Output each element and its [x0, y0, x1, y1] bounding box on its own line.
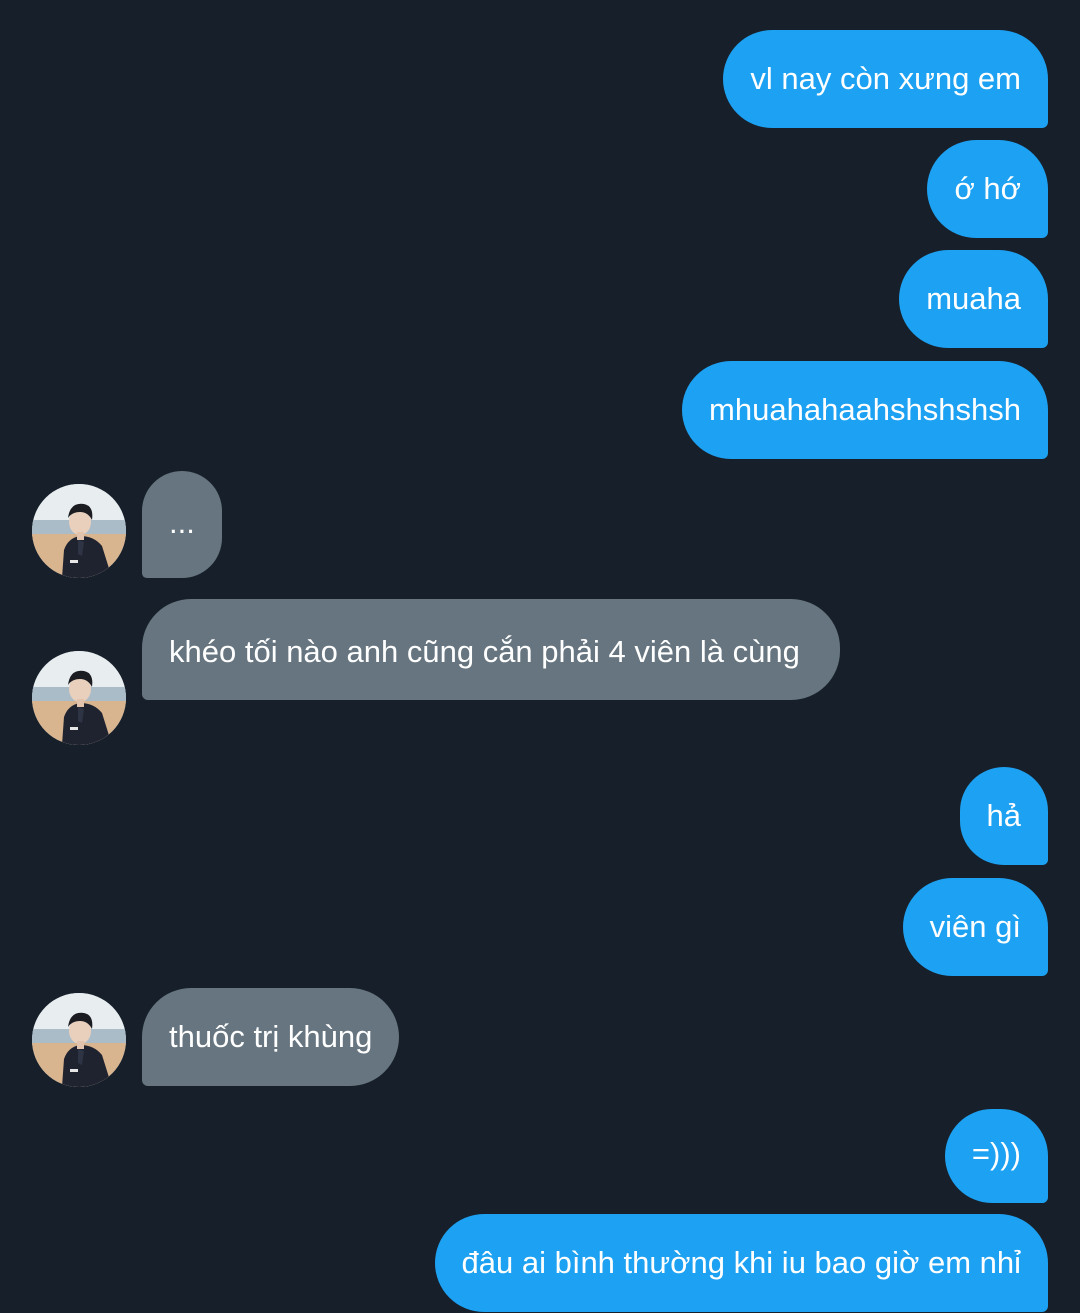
message-bubble-outgoing[interactable]: ớ hớ: [927, 140, 1048, 238]
message-thread: vl nay còn xưng em ớ hớ muaha mhuahahaah…: [0, 0, 1080, 1313]
message-bubble-incoming[interactable]: khéo tối nào anh cũng cắn phải 4 viên là…: [142, 599, 840, 700]
contact-avatar[interactable]: [32, 651, 126, 745]
message-bubble-incoming[interactable]: thuốc trị khùng: [142, 988, 400, 1086]
contact-avatar[interactable]: [32, 993, 126, 1087]
avatar-photo-icon: [32, 484, 126, 578]
message-bubble-outgoing[interactable]: hả: [959, 767, 1048, 865]
message-bubble-outgoing[interactable]: đâu ai bình thường khi iu bao giờ em nhỉ: [434, 1214, 1048, 1312]
message-bubble-outgoing[interactable]: =))): [944, 1109, 1048, 1203]
message-bubble-outgoing[interactable]: mhuahahaahshshshsh: [682, 361, 1048, 459]
message-bubble-outgoing[interactable]: viên gì: [902, 878, 1048, 976]
message-bubble-outgoing[interactable]: muaha: [899, 250, 1048, 348]
avatar-photo-icon: [32, 993, 126, 1087]
contact-avatar[interactable]: [32, 484, 126, 578]
message-bubble-incoming[interactable]: ...: [142, 471, 222, 578]
avatar-photo-icon: [32, 651, 126, 745]
message-bubble-outgoing[interactable]: vl nay còn xưng em: [723, 30, 1048, 128]
